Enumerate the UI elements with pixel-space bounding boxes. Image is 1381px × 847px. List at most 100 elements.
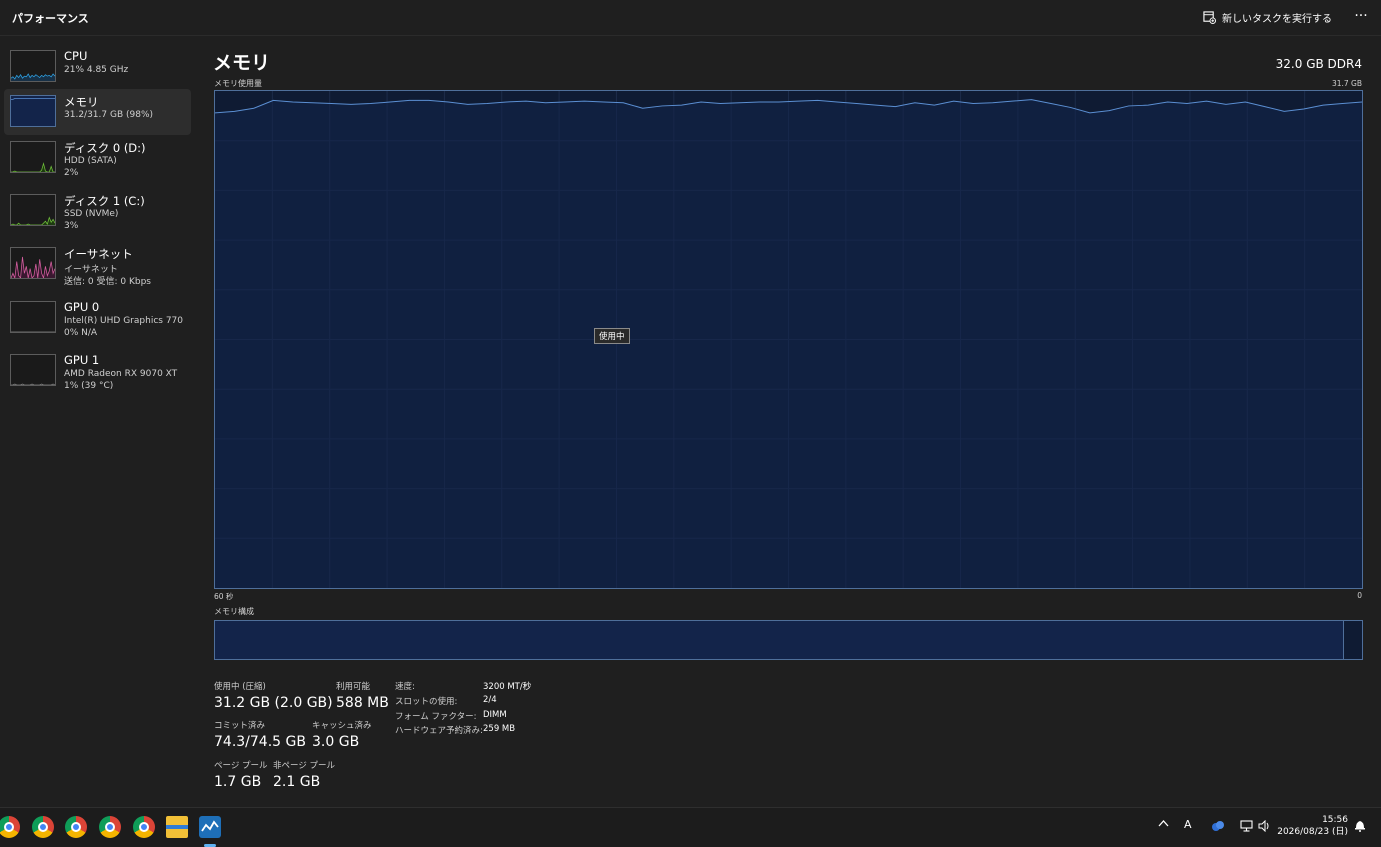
sidebar-item-gpu1[interactable]: GPU 1 AMD Radeon RX 9070 XT 1% (39 °C) <box>4 348 191 394</box>
hardware-reserved-value: 259 MB <box>483 724 516 734</box>
ethernet-thumbnail-graph <box>10 247 56 279</box>
system-clock[interactable]: 15:56 2026/08/23 (日) <box>1277 814 1348 838</box>
chrome-icon[interactable] <box>0 816 20 838</box>
notification-bell-icon[interactable] <box>1354 819 1366 835</box>
stat-committed: コミット済み 74.3/74.5 GB <box>214 719 306 750</box>
memory-spec: 32.0 GB DDR4 <box>1275 57 1362 71</box>
cpu-thumbnail-graph <box>10 50 56 82</box>
chrome-icon[interactable] <box>32 816 54 838</box>
thumbnail-area <box>11 98 55 126</box>
chrome-icon[interactable] <box>133 816 155 838</box>
show-hidden-icons-chevron-icon[interactable] <box>1158 818 1169 832</box>
sidebar-item-disk0[interactable]: ディスク 0 (D:) HDD (SATA) 2% <box>4 135 191 181</box>
clock-date: 2026/08/23 (日) <box>1277 827 1348 837</box>
thumbnail-area <box>11 163 55 172</box>
sidebar-item-name: ディスク 0 (D:) <box>64 141 146 155</box>
sidebar-item-name: GPU 0 <box>64 300 100 314</box>
page-title: パフォーマンス <box>12 12 89 25</box>
sidebar-item-detail: AMD Radeon RX 9070 XT <box>64 369 178 379</box>
sidebar-item-memory[interactable]: メモリ 31.2/31.7 GB (98%) <box>4 89 191 135</box>
x-axis-end-label: 0 <box>1357 591 1362 600</box>
stat-value: 3.0 GB <box>312 734 360 750</box>
form-factor-label: フォーム ファクター: <box>395 712 477 722</box>
stat-value: 31.2 GB (2.0 GB) <box>214 695 333 711</box>
stat-label: キャッシュ済み <box>312 721 372 731</box>
run-new-task-label: 新しいタスクを実行する <box>1222 13 1332 25</box>
sidebar-item-detail: SSD (NVMe) <box>64 209 119 219</box>
sidebar-item-usage: 送信: 0 受信: 0 Kbps <box>64 277 151 287</box>
gpu0-thumbnail-graph <box>10 301 56 333</box>
sidebar-item-name: ディスク 1 (C:) <box>64 194 145 208</box>
stat-paged-pool: ページ プール 1.7 GB <box>214 759 268 790</box>
more-options-button[interactable]: ··· <box>1353 7 1369 25</box>
stat-label: ページ プール <box>214 761 268 771</box>
speed-label: 速度: <box>395 682 415 692</box>
sidebar-item-gpu0[interactable]: GPU 0 Intel(R) UHD Graphics 770 0% N/A <box>4 295 191 341</box>
stat-cached: キャッシュ済み 3.0 GB <box>312 719 372 750</box>
x-axis-start-label: 60 秒 <box>214 592 234 601</box>
sidebar-item-detail: Intel(R) UHD Graphics 770 <box>64 316 183 326</box>
run-new-task-button[interactable]: 新しいタスクを実行する <box>1203 8 1332 26</box>
sidebar-item-usage: 2% <box>64 168 79 178</box>
disk0-thumbnail-graph <box>10 141 56 173</box>
hardware-reserved-label: ハードウェア予約済み: <box>395 726 483 736</box>
disk1-thumbnail-graph <box>10 194 56 226</box>
speed-value: 3200 MT/秒 <box>483 682 532 692</box>
chrome-icon[interactable] <box>65 816 87 838</box>
taskbar: A 15:56 2026/08/23 (日) <box>0 807 1381 847</box>
memory-composition-bar[interactable] <box>214 620 1363 660</box>
task-manager-icon[interactable] <box>199 816 221 838</box>
sidebar-item-cpu[interactable]: CPU 21% 4.85 GHz <box>4 44 191 90</box>
network-icon[interactable] <box>1240 820 1253 835</box>
stat-label: コミット済み <box>214 721 266 731</box>
task-manager-window: パフォーマンス 新しいタスクを実行する ··· CPU 21% 4.85 GHz… <box>0 0 1381 807</box>
memory-usage-area <box>215 99 1362 588</box>
stat-nonpaged-pool: 非ページ プール 2.1 GB <box>273 759 335 790</box>
stat-value: 588 MB <box>336 695 389 711</box>
thumbnail-area <box>11 73 55 81</box>
sidebar-item-name: メモリ <box>64 95 99 109</box>
sidebar-item-usage: 0% N/A <box>64 328 98 338</box>
sidebar-item-disk1[interactable]: ディスク 1 (C:) SSD (NVMe) 3% <box>4 188 191 234</box>
thumbnail-line <box>11 383 55 385</box>
sidebar-item-usage: 3% <box>64 221 79 231</box>
stat-in-use: 使用中 (圧縮) 31.2 GB (2.0 GB) <box>214 680 333 711</box>
memory-usage-chart <box>215 91 1362 588</box>
file-explorer-icon[interactable] <box>166 816 188 838</box>
volume-icon[interactable] <box>1258 819 1271 835</box>
slots-value: 2/4 <box>483 695 497 705</box>
stat-label: 利用可能 <box>336 682 371 692</box>
gpu1-thumbnail-graph <box>10 354 56 386</box>
stat-available: 利用可能 588 MB <box>336 680 389 711</box>
sidebar-item-detail: 21% 4.85 GHz <box>64 65 129 75</box>
graph-label: メモリ使用量 <box>214 79 262 88</box>
sidebar-item-ethernet[interactable]: イーサネット イーサネット 送信: 0 受信: 0 Kbps <box>4 241 191 287</box>
section-title: メモリ <box>213 52 271 74</box>
stat-value: 2.1 GB <box>273 774 321 790</box>
stat-value: 74.3/74.5 GB <box>214 734 306 750</box>
composition-in-use-segment <box>215 621 1344 659</box>
thumbnail-line <box>11 162 55 172</box>
composition-label: メモリ構成 <box>214 607 254 616</box>
sidebar-item-name: イーサネット <box>64 247 133 261</box>
memory-usage-graph[interactable] <box>214 90 1363 589</box>
clock-time: 15:56 <box>1322 815 1348 825</box>
sidebar-item-detail: HDD (SATA) <box>64 156 117 166</box>
memory-thumbnail-graph <box>10 95 56 127</box>
sidebar-item-detail: 31.2/31.7 GB (98%) <box>64 110 154 120</box>
graph-tooltip: 使用中 <box>594 328 630 344</box>
graph-max-label: 31.7 GB <box>1331 79 1362 88</box>
chrome-icon[interactable] <box>99 816 121 838</box>
stat-label: 使用中 (圧縮) <box>214 682 266 692</box>
title-bar: パフォーマンス 新しいタスクを実行する ··· <box>0 0 1381 36</box>
sidebar-item-name: CPU <box>64 49 88 63</box>
form-factor-value: DIMM <box>483 710 507 720</box>
sidebar-item-name: GPU 1 <box>64 353 100 367</box>
stat-value: 1.7 GB <box>214 774 262 790</box>
slots-label: スロットの使用: <box>395 697 458 707</box>
run-task-icon <box>1203 10 1216 24</box>
cloud-icon[interactable] <box>1211 820 1225 835</box>
stat-label: 非ページ プール <box>273 761 336 771</box>
ime-indicator[interactable]: A <box>1184 818 1192 831</box>
sidebar-item-usage: 1% (39 °C) <box>64 381 114 391</box>
